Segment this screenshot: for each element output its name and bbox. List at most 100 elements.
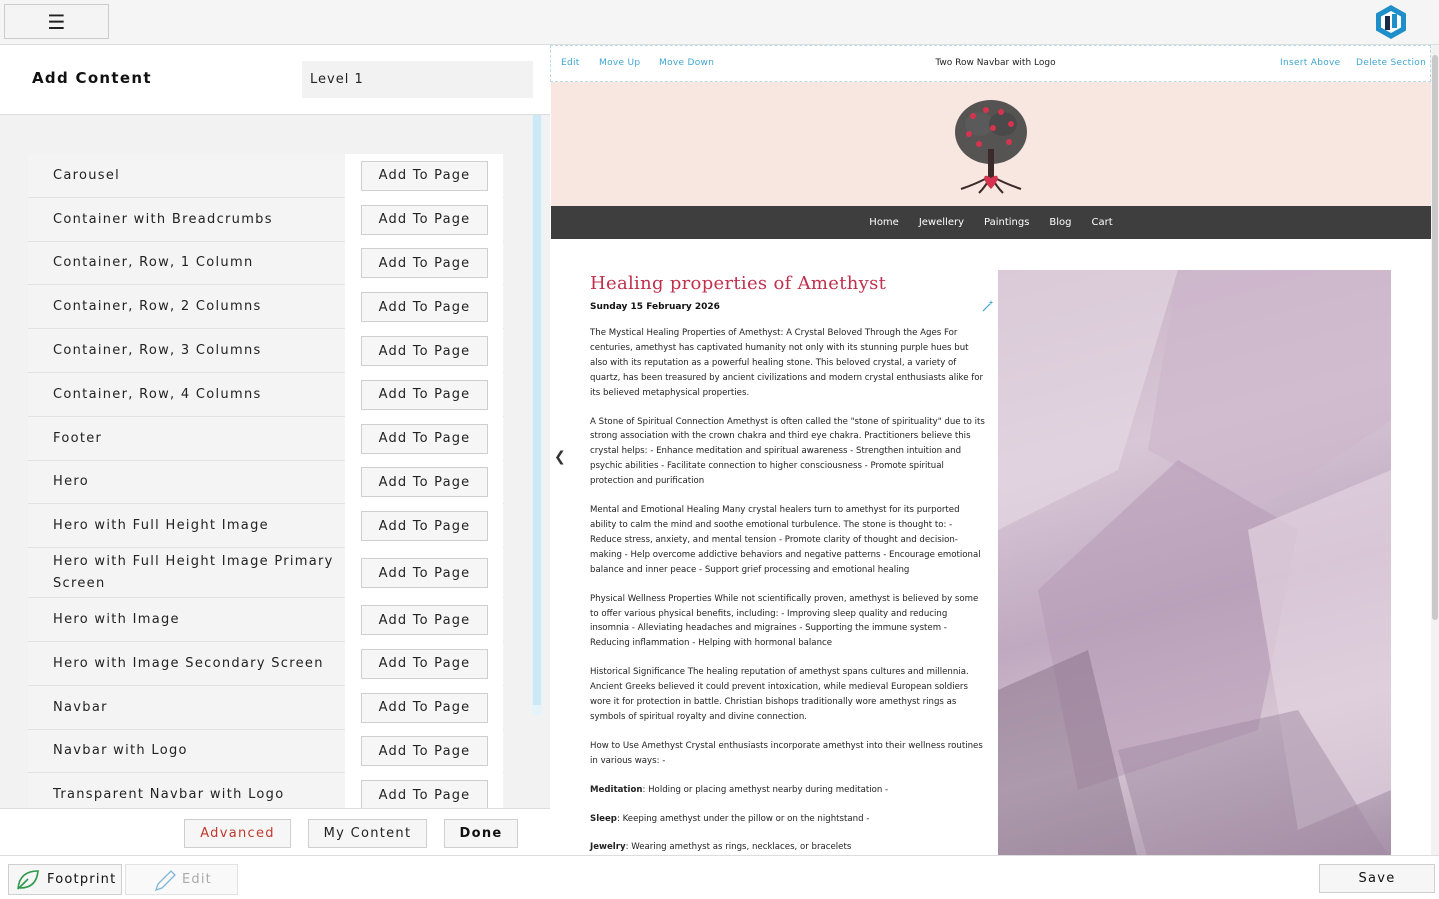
add-button-cell: Add To Page bbox=[345, 416, 503, 461]
hex-logo-icon[interactable] bbox=[1374, 4, 1408, 40]
component-name: Hero with Full Height Image bbox=[53, 518, 269, 534]
level-select[interactable]: Level 1 bbox=[302, 61, 533, 98]
nav-link-jewellery[interactable]: Jewellery bbox=[919, 217, 964, 228]
component-name: Hero with Image bbox=[53, 612, 180, 628]
footer-bar: Footprint Edit Save bbox=[0, 855, 1439, 899]
edit-button[interactable]: Edit bbox=[125, 864, 238, 895]
footprint-button[interactable]: Footprint bbox=[8, 864, 122, 895]
preview-scrollbar-thumb[interactable] bbox=[1432, 55, 1438, 620]
add-to-page-button[interactable]: Add To Page bbox=[361, 692, 488, 723]
advanced-button[interactable]: Advanced bbox=[184, 819, 291, 848]
nav-link-cart[interactable]: Cart bbox=[1092, 217, 1113, 228]
add-button-cell: Add To Page bbox=[345, 598, 503, 642]
component-name: Transparent Navbar with Logo bbox=[53, 787, 285, 803]
blog-date: Sunday 15 February 2026 bbox=[590, 302, 720, 312]
add-button-cell: Add To Page bbox=[345, 329, 503, 373]
add-to-page-button[interactable]: Add To Page bbox=[361, 467, 488, 498]
chevron-left-icon[interactable]: ❮ bbox=[554, 449, 566, 465]
component-name: Container, Row, 2 Columns bbox=[53, 299, 262, 315]
component-name: Hero with Full Height Image Primary Scre… bbox=[53, 554, 334, 592]
top-bar: ☰ bbox=[0, 0, 1439, 45]
component-name: Carousel bbox=[53, 167, 121, 183]
add-content-header: Add Content Level 1 bbox=[0, 45, 550, 115]
component-name: Hero bbox=[53, 474, 89, 490]
blog-paragraph: Jewelry: Wearing amethyst as rings, neck… bbox=[590, 840, 985, 855]
list-item: Container with Breadcrumbs Add To Page bbox=[28, 197, 504, 242]
list-item: Hero Add To Page bbox=[28, 460, 504, 505]
list-item: Hero with Full Height Image Add To Page bbox=[28, 504, 504, 549]
insert-above-link[interactable]: Insert Above bbox=[1280, 58, 1341, 68]
menu-button[interactable]: ☰ bbox=[4, 4, 109, 39]
jewelry-text: : Wearing amethyst as rings, necklaces, … bbox=[625, 842, 852, 853]
component-name: Navbar bbox=[53, 699, 108, 715]
list-item: Footer Add To Page bbox=[28, 416, 504, 461]
nav-link-blog[interactable]: Blog bbox=[1049, 217, 1071, 228]
site-banner bbox=[551, 82, 1431, 206]
add-button-cell: Add To Page bbox=[345, 773, 503, 808]
hamburger-icon: ☰ bbox=[47, 9, 66, 34]
panel-actions: Advanced My Content Done bbox=[0, 808, 550, 855]
list-item: Navbar Add To Page bbox=[28, 685, 504, 730]
add-to-page-button[interactable]: Add To Page bbox=[361, 248, 488, 279]
add-to-page-button[interactable]: Add To Page bbox=[361, 292, 488, 323]
blog-paragraph: The Mystical Healing Properties of Ameth… bbox=[590, 328, 984, 398]
add-button-cell: Add To Page bbox=[345, 642, 503, 686]
add-button-cell: Add To Page bbox=[345, 154, 503, 198]
add-to-page-button[interactable]: Add To Page bbox=[361, 204, 488, 235]
add-to-page-button[interactable]: Add To Page bbox=[361, 511, 488, 542]
list-item: Hero with Image Secondary Screen Add To P… bbox=[28, 642, 504, 686]
add-to-page-button[interactable]: Add To Page bbox=[361, 780, 488, 808]
list-item: Navbar with Logo Add To Page bbox=[28, 729, 504, 774]
blog-paragraph: How to Use Amethyst Crystal enthusiasts … bbox=[590, 740, 983, 766]
blog-paragraph: Historical Significance The healing repu… bbox=[590, 667, 969, 722]
add-to-page-button[interactable]: Add To Page bbox=[361, 160, 488, 191]
list-item: Hero with Full Height Image Primary Scre… bbox=[28, 548, 504, 599]
amethyst-image bbox=[998, 270, 1391, 855]
component-name: Container, Row, 1 Column bbox=[53, 255, 254, 271]
done-button[interactable]: Done bbox=[444, 819, 518, 848]
add-to-page-button[interactable]: Add To Page bbox=[361, 648, 488, 679]
component-name: Container, Row, 3 Columns bbox=[53, 343, 262, 359]
pencil-icon bbox=[154, 869, 176, 891]
list-item: Container, Row, 2 Columns Add To Page bbox=[28, 285, 504, 330]
add-to-page-button[interactable]: Add To Page bbox=[361, 336, 488, 367]
panel-title: Add Content bbox=[32, 69, 152, 87]
list-item: Carousel Add To Page bbox=[28, 154, 504, 198]
list-item: Container, Row, 1 Column Add To Page bbox=[28, 241, 504, 286]
component-list: Carousel Add To Page Container with Breadc… bbox=[28, 154, 504, 808]
delete-section-link[interactable]: Delete Section bbox=[1356, 58, 1426, 68]
my-content-button[interactable]: My Content bbox=[308, 819, 427, 848]
blog-post: Healing properties of Amethyst Sunday 15… bbox=[590, 273, 985, 855]
nav-link-home[interactable]: Home bbox=[869, 217, 899, 228]
blog-paragraph: Meditation: Holding or placing amethyst … bbox=[590, 783, 985, 798]
save-button[interactable]: Save bbox=[1319, 864, 1435, 893]
meditation-label: Meditation bbox=[590, 784, 643, 795]
blog-paragraph: A Stone of Spiritual Connection Amethyst… bbox=[590, 416, 985, 487]
list-scrollbar-thumb[interactable] bbox=[533, 115, 541, 705]
add-to-page-button[interactable]: Add To Page bbox=[361, 379, 488, 410]
blog-paragraph: Physical Wellness Properties While not s… bbox=[590, 593, 979, 649]
add-to-page-button[interactable]: Add To Page bbox=[361, 736, 488, 767]
add-button-cell: Add To Page bbox=[345, 241, 503, 286]
add-button-cell: Add To Page bbox=[345, 373, 503, 417]
list-item: Transparent Navbar with Logo Add To Page bbox=[28, 773, 504, 808]
add-button-cell: Add To Page bbox=[345, 197, 503, 242]
add-to-page-button[interactable]: Add To Page bbox=[361, 605, 488, 636]
add-to-page-button[interactable]: Add To Page bbox=[361, 423, 488, 454]
add-button-cell: Add To Page bbox=[345, 729, 503, 774]
component-name: Hero with Image Secondary Screen bbox=[53, 655, 324, 671]
page-preview: Edit Move Up Move Down Two Row Navbar wi… bbox=[550, 45, 1439, 855]
blog-paragraph: Mental and Emotional Healing Many crysta… bbox=[590, 505, 981, 575]
jewelry-label: Jewelry bbox=[590, 842, 626, 853]
tree-of-life-logo[interactable] bbox=[951, 94, 1031, 194]
add-to-page-button[interactable]: Add To Page bbox=[361, 558, 488, 589]
component-name: Footer bbox=[53, 430, 103, 446]
add-button-cell: Add To Page bbox=[345, 460, 503, 505]
nav-link-paintings[interactable]: Paintings bbox=[984, 217, 1029, 228]
sleep-text: : Keeping amethyst under the pillow or o… bbox=[616, 813, 870, 824]
add-button-cell: Add To Page bbox=[345, 285, 503, 330]
add-button-cell: Add To Page bbox=[345, 548, 503, 599]
magic-wand-icon[interactable] bbox=[982, 300, 994, 312]
list-item: Container, Row, 3 Columns Add To Page bbox=[28, 329, 504, 373]
list-item: Hero with Image Add To Page bbox=[28, 598, 504, 642]
